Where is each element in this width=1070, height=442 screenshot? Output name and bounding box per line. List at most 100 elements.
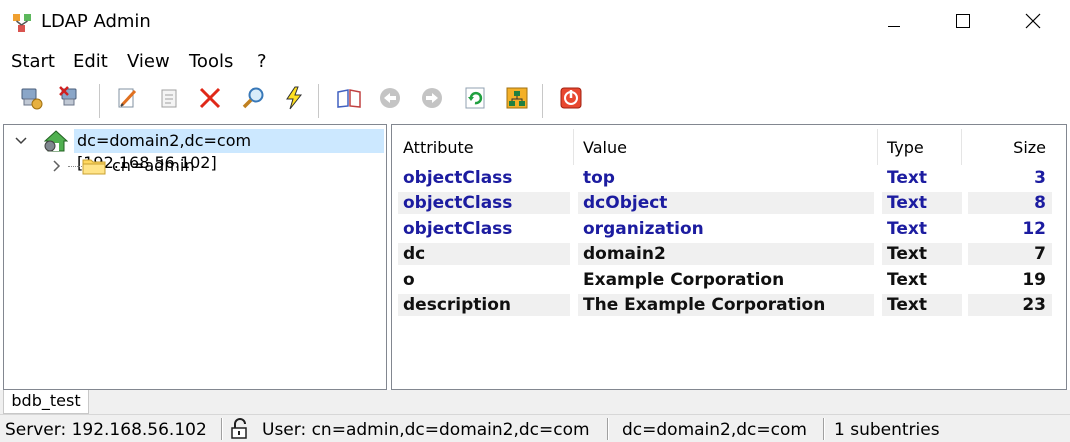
forward-icon <box>419 85 445 116</box>
exit-button[interactable] <box>557 86 585 114</box>
column-header-attribute[interactable]: Attribute <box>403 133 474 165</box>
status-divider <box>607 418 609 440</box>
schema-book-icon <box>336 85 362 116</box>
status-dn: dc=domain2,dc=com <box>622 420 807 440</box>
back-button[interactable] <box>376 86 404 114</box>
status-divider <box>823 418 825 440</box>
maximize-button[interactable] <box>929 0 997 46</box>
maximize-icon <box>956 13 970 33</box>
cell-value: domain2 <box>578 243 874 265</box>
delete-icon <box>197 85 223 116</box>
properties-button[interactable] <box>155 86 183 114</box>
title-bar: LDAP Admin <box>0 0 1070 46</box>
status-user: User: cn=admin,dc=domain2,dc=com <box>262 420 590 440</box>
connect-button[interactable] <box>17 86 45 114</box>
tree-node-root[interactable]: dc=domain2,dc=com [192.168.56.102] <box>4 129 384 172</box>
table-row[interactable]: objectClass dcObject Text 8 <box>398 192 1054 214</box>
column-header-value[interactable]: Value <box>583 133 627 165</box>
table-row[interactable]: objectClass top Text 3 <box>398 167 1054 189</box>
table-row[interactable]: objectClass organization Text 12 <box>398 218 1054 240</box>
tree-node-root-label[interactable]: dc=domain2,dc=com [192.168.56.102] <box>74 129 384 172</box>
column-header-type[interactable]: Type <box>887 133 924 165</box>
table-row[interactable]: description The Example Corporation Text… <box>398 294 1054 316</box>
connect-icon <box>18 85 44 116</box>
schema-button[interactable] <box>335 86 363 114</box>
lightning-icon <box>281 85 307 116</box>
cell-size: 19 <box>1022 270 1046 290</box>
disconnect-button[interactable] <box>57 85 85 116</box>
back-icon <box>377 85 403 116</box>
refresh-icon <box>462 85 488 116</box>
search-button[interactable] <box>240 86 268 114</box>
cell-attribute: dc <box>398 243 570 265</box>
cell-type: Text <box>887 168 927 188</box>
edit-entry-button[interactable] <box>113 86 141 114</box>
cell-size: 8 <box>968 192 1052 214</box>
cell-value: The Example Corporation <box>578 294 874 316</box>
cell-value: dcObject <box>578 192 874 214</box>
cell-value: top <box>583 168 615 188</box>
minimize-icon <box>888 13 900 33</box>
tree-node-cn-admin[interactable]: cn=admin <box>4 155 384 177</box>
cell-attribute: o <box>403 270 415 290</box>
chevron-down-icon[interactable] <box>14 133 28 147</box>
server-root-icon <box>43 130 69 152</box>
cell-attribute: objectClass <box>398 192 570 214</box>
toolbar-separator <box>99 84 101 118</box>
refresh-button[interactable] <box>461 86 489 114</box>
menu-edit[interactable]: Edit <box>73 51 108 72</box>
menu-tools[interactable]: Tools <box>189 51 233 72</box>
close-button[interactable] <box>999 0 1067 46</box>
menu-help[interactable]: ? <box>257 51 267 72</box>
lightning-button[interactable] <box>280 86 308 114</box>
cell-size: 23 <box>968 294 1052 316</box>
cell-type: Text <box>882 243 962 265</box>
status-server: Server: 192.168.56.102 <box>5 420 207 440</box>
cell-type: Text <box>887 270 927 290</box>
forward-button[interactable] <box>418 86 446 114</box>
tree-icon <box>504 85 530 116</box>
column-header-size[interactable]: Size <box>972 133 1046 165</box>
toolbar-separator <box>318 84 320 118</box>
delete-button[interactable] <box>196 86 224 114</box>
cell-size: 7 <box>968 243 1052 265</box>
ldap-admin-app-icon <box>12 13 32 33</box>
directory-tree[interactable]: dc=domain2,dc=com [192.168.56.102] cn=ad… <box>3 124 387 390</box>
status-bar: Server: 192.168.56.102 User: cn=admin,dc… <box>0 414 1070 442</box>
tree-button[interactable] <box>503 86 531 114</box>
cell-value: Example Corporation <box>583 270 785 290</box>
search-icon <box>241 85 267 116</box>
tree-connector <box>68 166 82 167</box>
table-row[interactable]: dc domain2 Text 7 <box>398 243 1054 265</box>
lock-icon <box>229 418 251 440</box>
properties-icon <box>156 85 182 116</box>
tab-bdb-test[interactable]: bdb_test <box>3 390 89 414</box>
menu-view[interactable]: View <box>127 51 170 72</box>
cell-type: Text <box>887 219 927 239</box>
toolbar-separator <box>542 84 544 118</box>
cell-type: Text <box>882 192 962 214</box>
table-row[interactable]: o Example Corporation Text 19 <box>398 269 1054 291</box>
cell-attribute: objectClass <box>403 168 513 188</box>
status-subentries: 1 subentries <box>834 420 940 440</box>
status-divider <box>221 418 223 440</box>
column-divider[interactable] <box>573 129 574 165</box>
folder-icon <box>82 157 106 175</box>
chevron-right-icon[interactable] <box>50 158 64 172</box>
edit-entry-icon <box>114 85 140 116</box>
exit-icon <box>558 85 584 116</box>
close-icon <box>1025 13 1041 34</box>
attribute-table: Attribute Value Type Size objectClass to… <box>391 124 1067 390</box>
tree-node-label[interactable]: cn=admin <box>112 155 194 177</box>
cell-attribute: objectClass <box>403 219 513 239</box>
column-divider[interactable] <box>877 129 878 165</box>
minimize-button[interactable] <box>860 0 928 46</box>
cell-attribute: description <box>398 294 570 316</box>
menu-start[interactable]: Start <box>11 51 55 72</box>
toolbar <box>0 76 1070 124</box>
disconnect-icon <box>58 85 84 116</box>
column-divider[interactable] <box>961 129 962 165</box>
cell-size: 3 <box>1034 168 1046 188</box>
menu-bar: Start Edit View Tools ? <box>0 46 1070 76</box>
cell-type: Text <box>882 294 962 316</box>
